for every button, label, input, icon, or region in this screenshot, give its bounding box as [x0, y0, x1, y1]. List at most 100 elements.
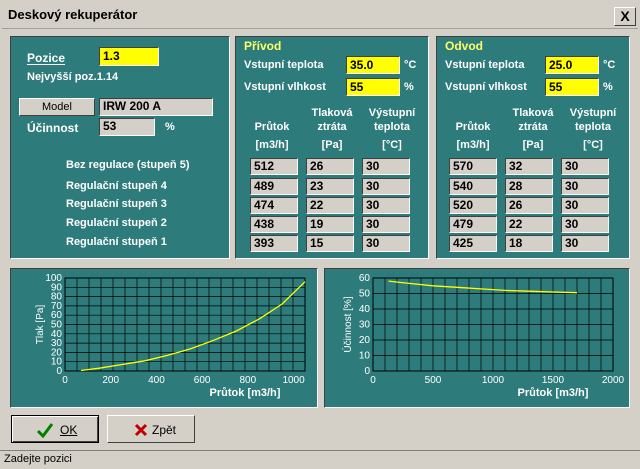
odvod-panel: Odvod Vstupní teplota 25.0 °C Vstupní vl…: [436, 36, 630, 259]
x-tick-label: 0: [62, 375, 68, 386]
privod-hum-unit: %: [404, 81, 414, 93]
x-tick-label: 1500: [542, 375, 565, 386]
privod-col1-unit: [m3/h]: [255, 139, 289, 151]
x-tick-label: 600: [194, 375, 211, 386]
pressure-chart: 01020304050607080901000 200 400 600 800 1000P…: [35, 273, 306, 399]
privod-temp-input[interactable]: 35.0: [346, 56, 400, 74]
odvod-flow-1: 425: [449, 235, 497, 252]
odvod-hum-label: Vstupní vlhkost: [445, 81, 527, 93]
ok-button[interactable]: OK: [11, 415, 99, 443]
odvod-temp-4: 30: [561, 178, 609, 195]
odvod-temp-3: 30: [561, 197, 609, 214]
privod-temp-2: 30: [362, 216, 410, 233]
privod-temp-3: 30: [362, 197, 410, 214]
pozice-label: Pozice: [27, 51, 66, 65]
privod-col3-header-a: Výstupní: [368, 107, 416, 119]
odvod-col1-unit: [m3/h]: [456, 139, 490, 151]
y-axis-label: Tlak [Pa]: [35, 305, 46, 345]
y-tick-label: 60: [359, 273, 371, 284]
model-button[interactable]: Model: [19, 98, 95, 116]
title-bar: Deskový rekuperátor X: [2, 2, 638, 29]
privod-hum-label: Vstupní vlhkost: [244, 81, 326, 93]
y-tick-label: 30: [359, 320, 371, 331]
ok-label: OK: [60, 423, 78, 437]
close-button[interactable]: X: [614, 7, 636, 26]
privod-flow-4: 489: [250, 178, 298, 195]
level-label-5: Bez regulace (stupeň 5): [66, 159, 190, 171]
x-tick-label: 1000: [482, 375, 505, 386]
y-tick-label: 40: [359, 304, 371, 315]
odvod-flow-3: 520: [449, 197, 497, 214]
model-field: IRW 200 A: [99, 98, 213, 116]
privod-col2-unit: [Pa]: [321, 139, 343, 151]
odvod-col3-header-a: Výstupní: [569, 107, 617, 119]
ucinnost-field: 53: [99, 118, 155, 136]
odvod-title: Odvod: [445, 39, 483, 53]
odvod-loss-2: 22: [505, 216, 553, 233]
privod-panel: Přívod Vstupní teplota 35.0 °C Vstupní v…: [235, 36, 429, 259]
level-label-1: Regulační stupeň 1: [66, 236, 167, 248]
odvod-temp-1: 30: [561, 235, 609, 252]
status-text: Zadejte pozici: [4, 453, 72, 465]
back-button[interactable]: Zpět: [107, 415, 195, 443]
check-icon: [36, 423, 54, 438]
x-tick-label: 400: [148, 375, 165, 386]
odvod-hum-unit: %: [603, 81, 613, 93]
privod-loss-2: 19: [306, 216, 354, 233]
privod-col2-header-a: Tlaková: [311, 107, 353, 119]
odvod-temp-2: 30: [561, 216, 609, 233]
level-label-2: Regulační stupeň 2: [66, 217, 167, 229]
odvod-col3-unit: [°C]: [583, 139, 603, 151]
privod-temp-label: Vstupní teplota: [244, 59, 324, 71]
pozice-input[interactable]: 1.3: [99, 47, 159, 66]
privod-temp-1: 30: [362, 235, 410, 252]
privod-temp-5: 30: [362, 158, 410, 175]
privod-col2-header-b: ztráta: [317, 121, 347, 133]
privod-title: Přívod: [244, 39, 282, 53]
privod-col3-header-b: teplota: [373, 121, 411, 133]
privod-flow-1: 393: [250, 235, 298, 252]
level-label-4: Regulační stupeň 4: [66, 180, 167, 192]
y-tick-label: 20: [359, 335, 371, 346]
back-label: Zpět: [152, 423, 177, 437]
general-panel: Pozice 1.3 Nejvyšší poz.1.14 Model IRW 2…: [10, 36, 230, 259]
odvod-col1-header: Průtok: [455, 121, 491, 133]
privod-flow-5: 512: [250, 158, 298, 175]
ucinnost-label: Účinnost: [27, 121, 79, 135]
odvod-col3-header-b: teplota: [574, 121, 612, 133]
odvod-col2-unit: [Pa]: [522, 139, 544, 151]
x-tick-label: 200: [102, 375, 119, 386]
odvod-col2-header-b: ztráta: [518, 121, 548, 133]
privod-col1-header: Průtok: [254, 121, 290, 133]
odvod-flow-2: 479: [449, 216, 497, 233]
odvod-loss-4: 28: [505, 178, 553, 195]
pressure-chart-panel: 0 10 20 30 40 50 60 70 80 90 100 0 200 400 600 800 1000 P…: [10, 268, 318, 408]
y-tick-label: 50: [359, 289, 371, 300]
odvod-flow-4: 540: [449, 178, 497, 195]
privod-flow-2: 438: [250, 216, 298, 233]
x-axis-label: Průtok [m3/h]: [210, 387, 281, 399]
y-tick-label: 10: [359, 351, 371, 362]
odvod-hum-input[interactable]: 55: [545, 78, 599, 96]
privod-hum-input[interactable]: 55: [346, 78, 400, 96]
status-bar: Zadejte pozici: [0, 450, 640, 469]
odvod-loss-3: 26: [505, 197, 553, 214]
privod-flow-3: 474: [250, 197, 298, 214]
odvod-flow-5: 570: [449, 158, 497, 175]
privod-loss-4: 23: [306, 178, 354, 195]
x-tick-label: 800: [240, 375, 257, 386]
x-tick-label: 1000: [282, 375, 305, 386]
level-label-3: Regulační stupeň 3: [66, 198, 167, 210]
privod-loss-3: 22: [306, 197, 354, 214]
efficiency-chart: 01020304050600 500 1000 1500 2000Průtok [m3/…: [341, 273, 625, 399]
efficiency-chart-panel: 0 10 20 30 40 50 60 0 500 1000 1500 2000 Průtok [m3/…: [324, 268, 630, 408]
ucinnost-unit: %: [165, 121, 175, 133]
privod-temp-unit: °C: [404, 59, 417, 71]
privod-loss-5: 26: [306, 158, 354, 175]
odvod-temp-5: 30: [561, 158, 609, 175]
odvod-loss-5: 32: [505, 158, 553, 175]
x-axis-label: Průtok [m3/h]: [518, 387, 589, 399]
odvod-temp-input[interactable]: 25.0: [545, 56, 599, 74]
odvod-temp-label: Vstupní teplota: [445, 59, 525, 71]
x-tick-label: 500: [425, 375, 442, 386]
